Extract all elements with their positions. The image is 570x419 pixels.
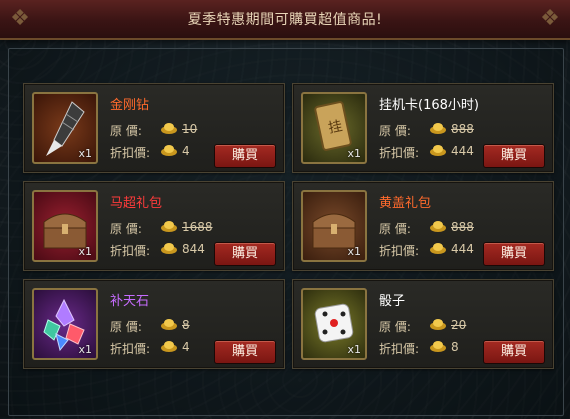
discount-price-row: 折扣價: 4: [110, 144, 190, 161]
original-price-value: 888: [451, 220, 474, 234]
treasure-chest-icon: x1: [301, 190, 367, 262]
discount-price-label: 折扣價:: [379, 244, 420, 258]
gold-ingot-icon: [430, 319, 446, 330]
item-quantity: x1: [347, 245, 361, 258]
gold-ingot-icon: [161, 221, 177, 232]
discount-price-label: 折扣價:: [110, 342, 151, 356]
item-card: x1 补天石 原 價: 8 折扣價: 4 購買: [23, 279, 285, 369]
gold-ingot-icon: [430, 123, 446, 134]
crystal-icon: x1: [32, 288, 98, 360]
dice-icon: x1: [301, 288, 367, 360]
item-name: 金刚钻: [110, 98, 150, 113]
original-price-row: 原 價: 8: [110, 318, 190, 335]
gold-ingot-icon: [161, 243, 177, 254]
item-quantity: x1: [347, 147, 361, 160]
item-card: x1 黄盖礼包 原 價: 888 折扣價: 444 購買: [292, 181, 554, 271]
original-price-value: 888: [451, 122, 474, 136]
item-quantity: x1: [78, 147, 92, 160]
buy-button[interactable]: 購買: [483, 144, 545, 168]
item-name: 挂机卡(168小时): [379, 98, 479, 113]
item-name: 补天石: [110, 294, 150, 309]
buy-button[interactable]: 購買: [483, 242, 545, 266]
discount-price-value: 844: [182, 242, 205, 256]
card-icon: 挂 x1: [301, 92, 367, 164]
discount-price-value: 4: [182, 144, 190, 158]
buy-button[interactable]: 購買: [214, 242, 276, 266]
original-price-row: 原 價: 20: [379, 318, 466, 335]
original-price-label: 原 價:: [110, 222, 142, 236]
item-quantity: x1: [78, 343, 92, 356]
gold-ingot-icon: [430, 341, 446, 352]
original-price-row: 原 價: 1688: [110, 220, 213, 237]
original-price-value: 8: [182, 318, 190, 332]
original-price-label: 原 價:: [379, 222, 411, 236]
item-quantity: x1: [347, 343, 361, 356]
discount-price-row: 折扣價: 4: [110, 340, 190, 357]
original-price-row: 原 價: 10: [110, 122, 197, 139]
item-card: 挂 x1 挂机卡(168小时) 原 價: 888 折扣價: 444 購買: [292, 83, 554, 173]
discount-price-value: 8: [451, 340, 459, 354]
discount-price-label: 折扣價:: [110, 244, 151, 258]
treasure-chest-icon: x1: [32, 190, 98, 262]
item-quantity: x1: [78, 245, 92, 258]
buy-button[interactable]: 購買: [214, 340, 276, 364]
original-price-value: 20: [451, 318, 467, 332]
discount-price-row: 折扣價: 844: [110, 242, 205, 259]
discount-price-row: 折扣價: 444: [379, 242, 474, 259]
gold-ingot-icon: [430, 145, 446, 156]
banner: ❖ 夏季特惠期間可購買超值商品! ❖: [0, 0, 570, 40]
original-price-label: 原 價:: [379, 320, 411, 334]
gold-ingot-icon: [430, 243, 446, 254]
original-price-label: 原 價:: [379, 124, 411, 138]
item-card: x1 骰子 原 價: 20 折扣價: 8 購買: [292, 279, 554, 369]
discount-shop-window: ❖ 夏季特惠期間可購買超值商品! ❖ x1 金刚钻 原 價: 10 折扣價: 4…: [0, 0, 570, 419]
banner-title: 夏季特惠期間可購買超值商品!: [187, 12, 383, 28]
gold-ingot-icon: [161, 341, 177, 352]
discount-price-row: 折扣價: 444: [379, 144, 474, 161]
original-price-row: 原 價: 888: [379, 220, 474, 237]
original-price-value: 10: [182, 122, 198, 136]
original-price-row: 原 價: 888: [379, 122, 474, 139]
discount-price-value: 4: [182, 340, 190, 354]
discount-price-value: 444: [451, 144, 474, 158]
gold-ingot-icon: [161, 319, 177, 330]
discount-price-label: 折扣價:: [379, 146, 420, 160]
item-name: 骰子: [379, 294, 406, 309]
gold-ingot-icon: [430, 221, 446, 232]
gold-ingot-icon: [161, 123, 177, 134]
original-price-label: 原 價:: [110, 124, 142, 138]
original-price-value: 1688: [182, 220, 213, 234]
ornament-right-icon: ❖: [540, 6, 560, 31]
original-price-label: 原 價:: [110, 320, 142, 334]
item-card: x1 金刚钻 原 價: 10 折扣價: 4 購買: [23, 83, 285, 173]
gold-ingot-icon: [161, 145, 177, 156]
buy-button[interactable]: 購買: [214, 144, 276, 168]
drill-bit-icon: x1: [32, 92, 98, 164]
discount-price-value: 444: [451, 242, 474, 256]
item-name: 马超礼包: [110, 196, 163, 211]
item-name: 黄盖礼包: [379, 196, 432, 211]
item-card: x1 马超礼包 原 價: 1688 折扣價: 844 購買: [23, 181, 285, 271]
discount-price-row: 折扣價: 8: [379, 340, 459, 357]
buy-button[interactable]: 購買: [483, 340, 545, 364]
discount-price-label: 折扣價:: [379, 342, 420, 356]
discount-price-label: 折扣價:: [110, 146, 151, 160]
